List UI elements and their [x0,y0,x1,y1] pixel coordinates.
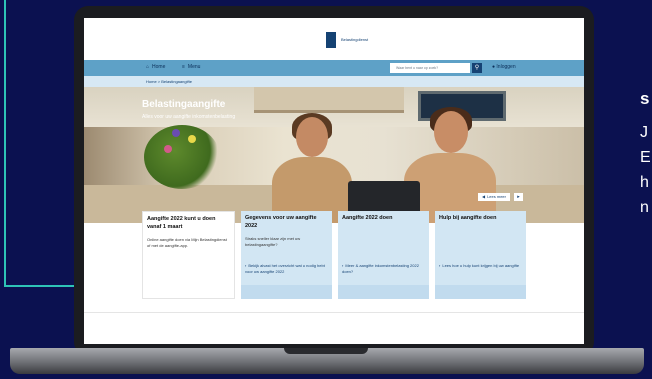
card-title: Gegevens voor uw aangifte 2022 [245,215,317,229]
read-more-label: Lees meer [487,194,506,199]
next-button[interactable]: ▸ [514,193,523,201]
chevron-right-icon: ▸ [517,194,520,200]
card-footer [241,285,332,299]
nav-menu-label: Menu [187,64,201,70]
side-line: E [640,149,651,166]
divider [84,312,584,313]
page-subtitle: Alles voor uw aangifte inkomstenbelastin… [142,114,236,120]
user-icon: ● [492,64,496,70]
card-title: Aangifte 2022 doen [342,215,393,221]
card-link-text: Lees hoe u hulp kunt krijgen bij uw aang… [442,263,520,268]
login-link[interactable]: ● Inloggen [492,64,516,70]
side-line: J [640,124,648,141]
card-link-text: Meer & aangifte inkomstenbelasting 2022 … [342,263,419,274]
card-hulp[interactable]: Hulp bij aangifte doen › Lees hoe u hulp … [435,211,526,299]
laptop-notch [284,348,368,354]
side-line: n [640,199,649,216]
side-heading: s [640,89,650,108]
search-input[interactable]: Waar bent u naar op zoek? [390,63,470,73]
card-gegevens[interactable]: Gegevens voor uw aangifte 2022 Straks sn… [241,211,332,299]
card-link[interactable]: › Bekijk alvast het overzicht wat u nodig… [245,263,328,275]
site-header: Belastingdienst [84,18,584,60]
nav-bar: ⌂ Home ≡ Menu Waar bent u naar op zoek? … [84,60,584,76]
side-line: h [640,174,649,191]
card-link-text: Bekijk alvast het overzicht wat u nodig … [245,263,325,274]
logo-text[interactable]: Belastingdienst [341,37,368,42]
arrow-right-icon: ◀ [482,194,486,199]
search-icon: ⚲ [474,65,480,71]
flower [164,145,172,153]
card-body: Online aangifte doen via Mijn Belastingd… [147,237,227,248]
plant-image [144,125,220,189]
flower [172,129,180,137]
laptop-screen: Belastingdienst ⌂ Home ≡ Menu Waar bent … [84,18,584,344]
home-icon: ⌂ [146,64,150,70]
menu-icon: ≡ [182,64,185,70]
login-label: Inloggen [496,64,516,70]
chevron-right-icon: › [342,263,344,268]
nav-home-label: Home [152,64,166,70]
card-footer [338,285,429,299]
chevron-right-icon: › [439,263,441,268]
page-title: Belastingaangifte [142,99,226,110]
card-body: Straks sneller klaar zijn met uw belasti… [245,236,301,247]
card-row: Aangifte 2022 kunt u doen vanaf 1 maart … [142,211,526,299]
card-title: Aangifte 2022 kunt u doen vanaf 1 maart [147,216,216,230]
flower [188,135,196,143]
card-aangifte-vanaf[interactable]: Aangifte 2022 kunt u doen vanaf 1 maart … [142,211,235,299]
read-more-button[interactable]: ◀ Lees meer [478,193,510,201]
card-link[interactable]: › Lees hoe u hulp kunt krijgen bij uw aan… [439,263,522,269]
card-footer [435,285,526,299]
logo-icon[interactable] [326,32,336,48]
side-text: s J E h n [640,86,651,220]
breadcrumb[interactable]: Home > Belastingaangifte [84,76,584,87]
nav-menu-link[interactable]: ≡ Menu [182,64,200,70]
chevron-right-icon: › [245,263,247,268]
card-aangifte-doen[interactable]: Aangifte 2022 doen › Meer & aangifte inko… [338,211,429,299]
person-left-head [296,117,328,157]
hero-shelf [254,87,404,113]
person-right-head [434,111,468,153]
callout-line [4,0,6,287]
hero-image: Belastingaangifte Alles voor uw aangifte… [84,87,584,223]
card-link[interactable]: › Meer & aangifte inkomstenbelasting 2022… [342,263,425,275]
card-title: Hulp bij aangifte doen [439,215,497,221]
nav-home-link[interactable]: ⌂ Home [146,64,165,70]
search-button[interactable]: ⚲ [472,63,482,73]
